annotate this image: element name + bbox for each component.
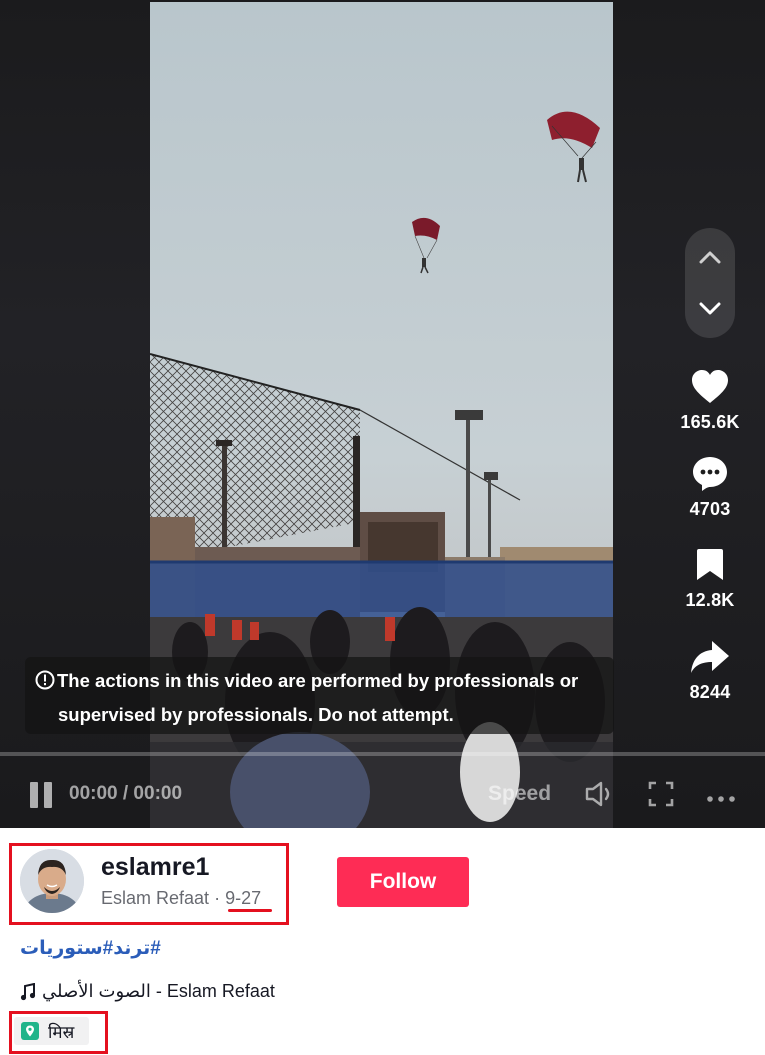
music-title: الصوت الأصلي - Eslam Refaat bbox=[42, 981, 275, 1001]
more-icon[interactable] bbox=[706, 790, 736, 808]
save-action: 12.8K bbox=[670, 544, 750, 611]
hashtag-link[interactable]: #ترند bbox=[113, 938, 161, 959]
progress-bar[interactable] bbox=[0, 752, 765, 756]
next-video-button[interactable] bbox=[685, 284, 735, 334]
video-nav-pill bbox=[685, 228, 735, 338]
comment-icon bbox=[693, 457, 727, 491]
share-button[interactable] bbox=[670, 636, 750, 678]
share-count: 8244 bbox=[689, 682, 731, 702]
chevron-down-icon bbox=[699, 302, 721, 315]
save-count: 12.8K bbox=[685, 590, 735, 610]
comment-button[interactable] bbox=[670, 453, 750, 495]
hashtag-list: #ترند#ستوريات bbox=[20, 937, 161, 960]
hashtag-link[interactable]: #ستوريات bbox=[20, 938, 113, 959]
time-display: 00:00 / 00:00 bbox=[69, 783, 183, 804]
warning-line-1: The actions in this video are performed … bbox=[57, 670, 579, 691]
save-button[interactable] bbox=[670, 544, 750, 586]
music-note-icon bbox=[20, 982, 36, 1000]
video-player[interactable]: 165.6K 4703 12.8K 8244 The actions in th… bbox=[0, 0, 765, 828]
bookmark-icon bbox=[697, 549, 723, 580]
like-action: 165.6K bbox=[670, 366, 750, 433]
like-button[interactable] bbox=[670, 366, 750, 408]
speed-button[interactable]: Speed bbox=[488, 782, 551, 806]
like-count: 165.6K bbox=[680, 412, 740, 432]
fullscreen-icon[interactable] bbox=[648, 780, 674, 813]
comment-action: 4703 bbox=[670, 453, 750, 520]
heart-icon bbox=[692, 370, 728, 403]
safety-warning-banner: The actions in this video are performed … bbox=[25, 657, 614, 734]
location-highlight-box bbox=[9, 1011, 108, 1054]
chevron-up-icon bbox=[699, 251, 721, 264]
volume-icon[interactable] bbox=[584, 780, 616, 813]
share-icon bbox=[691, 641, 729, 673]
share-action: 8244 bbox=[670, 636, 750, 703]
comment-count: 4703 bbox=[689, 499, 731, 519]
info-icon bbox=[35, 668, 55, 699]
pause-icon[interactable] bbox=[30, 782, 54, 808]
music-link[interactable]: الصوت الأصلي - Eslam Refaat bbox=[20, 981, 275, 1002]
player-controls: 00:00 / 00:00 Speed bbox=[0, 770, 765, 818]
author-highlight-box bbox=[9, 843, 289, 925]
previous-video-button[interactable] bbox=[685, 232, 735, 282]
follow-button[interactable]: Follow bbox=[337, 857, 469, 907]
warning-line-2: supervised by professionals. Do not atte… bbox=[58, 704, 454, 725]
